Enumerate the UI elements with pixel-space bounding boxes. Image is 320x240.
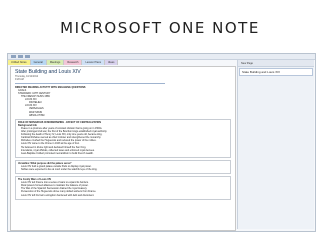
outline-line: ABSOLUTISM [29,113,45,117]
note-line: Jean-Baptiste Colbert promoted mercantil… [21,151,94,155]
section-tab[interactable]: Ideas [105,60,119,65]
page-time: 9:28 AM [15,78,24,82]
quick-access-icon[interactable] [11,55,16,58]
slide-title: MICROSOFT ONE NOTE [60,19,260,37]
section-tabs: Unfiled Notes General Meetings Research … [8,60,234,65]
page-list-item[interactable]: State Building and Louis XIV [239,68,313,76]
note-page[interactable]: State Building and Louis XIV Thursday, 1… [10,66,236,231]
note-container[interactable]: The Costly Wars of Louis XIV Louis XIV l… [15,176,231,200]
new-page-button[interactable]: New Page [238,60,314,67]
section-tab[interactable]: Lesson Plans [82,60,106,65]
note-container[interactable]: Versailles: What purpose did the palace … [15,159,231,175]
section-tab[interactable]: Research [64,60,83,65]
quick-access-icon[interactable] [25,55,30,58]
note-container[interactable]: ROLE OF MONARCHS IN MODERNIZING - EFFECT… [15,118,231,158]
page-list-pane: New Page State Building and Louis XIV [237,60,314,229]
note-line: Nobles were expected to live at court un… [21,167,98,171]
section-tab[interactable]: General [30,60,47,65]
section-tab[interactable]: Unfiled Notes [8,60,31,65]
quick-access-icon[interactable] [18,55,23,58]
onenote-screenshot: Unfiled Notes General Meetings Research … [7,53,316,232]
section-tab[interactable]: Meetings [46,60,65,65]
note-line: Louis XIV left his heirs a kingdom burde… [21,193,95,197]
outline-block[interactable]: DIRECTED READING ACTIVITY WITH ENGAGING … [15,86,231,117]
title-divider [15,82,165,84]
